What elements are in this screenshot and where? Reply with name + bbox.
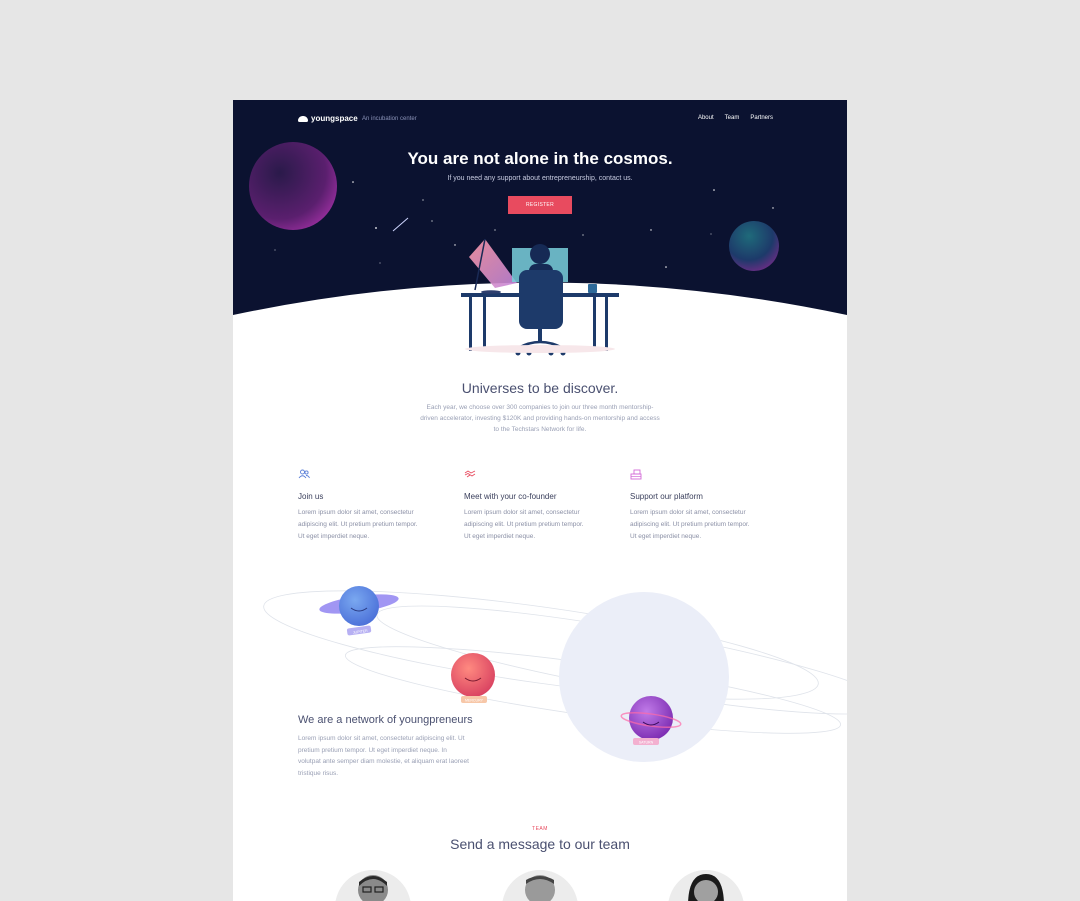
chair [519, 270, 563, 329]
discover-text: Each year, we choose over 300 companies … [420, 404, 660, 433]
landing-page: youngspace An incubation center About Te… [233, 100, 847, 901]
network-title: We are a network of youngpreneurs [298, 714, 473, 726]
hero-section: youngspace An incubation center About Te… [233, 100, 847, 360]
teal-planet [729, 221, 779, 271]
logo-icon [298, 115, 308, 122]
jupiter-label: JUPITER [353, 629, 369, 635]
hero-subtitle: If you need any support about entreprene… [447, 175, 633, 182]
feature-co-founder: Meet with your co-founder Lorem ipsum do… [464, 468, 589, 543]
network-text: Lorem ipsum dolor sit amet, consectetur … [298, 735, 469, 777]
hero-illustration [233, 100, 847, 360]
team-member-photo [335, 870, 411, 901]
avatar[interactable] [668, 870, 744, 901]
feature-text: Lorem ipsum dolor sit amet, consectetur … [464, 509, 584, 540]
brand-logo[interactable]: youngspace [298, 114, 358, 123]
saturn-planet [629, 696, 673, 740]
feature-title: Meet with your co-founder [464, 492, 557, 501]
people-icon [298, 469, 310, 479]
nav-link-about[interactable]: About [698, 115, 714, 121]
feature-title: Join us [298, 492, 324, 501]
feature-title: Support our platform [630, 492, 703, 501]
saturn-label: SATURN [639, 741, 654, 745]
feature-join-us: Join us Lorem ipsum dolor sit amet, cons… [298, 468, 423, 543]
platform-icon [630, 469, 642, 480]
feature-text: Lorem ipsum dolor sit amet, consectetur … [298, 509, 418, 540]
main-nav: About Team Partners [698, 115, 773, 121]
nav-link-partners[interactable]: Partners [750, 115, 773, 121]
team-member-photo [502, 870, 578, 901]
team-member-photo [668, 870, 744, 901]
jupiter-planet [339, 586, 379, 626]
brand-tagline: An incubation center [362, 116, 417, 122]
mug [588, 284, 597, 293]
handshake-icon [464, 470, 476, 478]
feature-support-platform: Support our platform Lorem ipsum dolor s… [630, 468, 755, 543]
logo-text: youngspace [311, 114, 358, 123]
discover-title: Universes to be discover. [461, 380, 619, 396]
nav-link-team[interactable]: Team [725, 115, 740, 121]
team-title: Send a message to our team [450, 836, 630, 852]
hero-title: You are not alone in the cosmos. [407, 149, 673, 168]
team-kicker: TEAM [532, 826, 548, 832]
register-button[interactable]: REGISTER [508, 196, 572, 214]
avatar[interactable] [335, 870, 411, 901]
avatar[interactable] [502, 870, 578, 901]
feature-text: Lorem ipsum dolor sit amet, consectetur … [630, 509, 750, 540]
mercury-label: MERCURY [465, 699, 484, 703]
mercury-planet [451, 653, 495, 697]
person-head [530, 244, 550, 264]
